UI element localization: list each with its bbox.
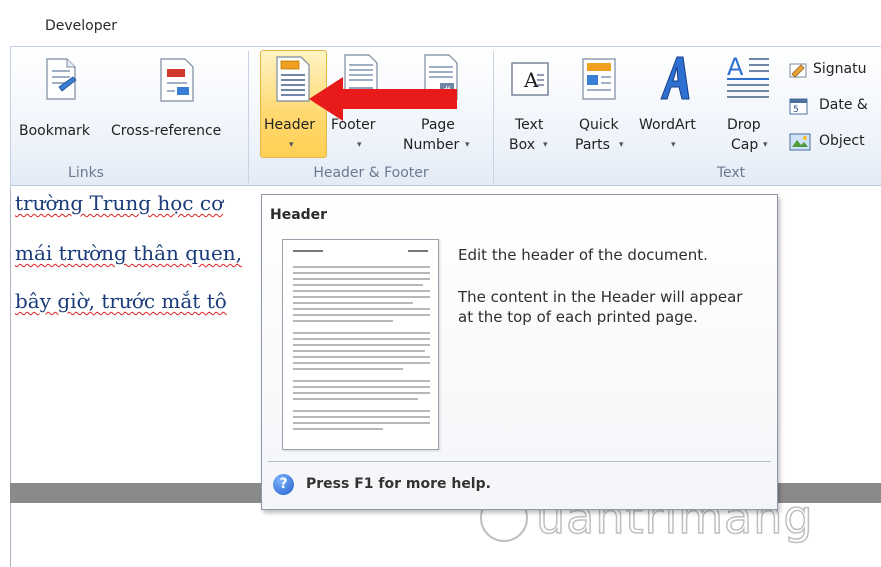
text-box-label-line1: Text — [515, 117, 544, 133]
document-text-line: mái trường thân quen, — [15, 241, 243, 265]
group-label-text: Text — [716, 165, 746, 181]
header-preview-thumbnail — [282, 239, 439, 450]
bookmark-label: Bookmark — [19, 123, 90, 139]
cross-reference-icon — [160, 58, 194, 102]
text-box-button[interactable]: A Text Box ▾ — [505, 53, 559, 158]
bookmark-button[interactable]: Bookmark — [15, 53, 111, 161]
svg-text:A: A — [523, 68, 539, 92]
quick-parts-icon — [582, 58, 616, 100]
wordart-dropdown-arrow: ▾ — [671, 140, 676, 150]
page-number-dropdown-arrow: ▾ — [465, 140, 470, 150]
tooltip-description: Edit the header of the document. — [458, 246, 708, 264]
tooltip-help-text: Press F1 for more help. — [306, 476, 491, 492]
bookmark-icon — [46, 58, 77, 100]
text-box-dropdown-arrow: ▾ — [543, 140, 548, 150]
object-icon — [789, 133, 811, 151]
svg-text:A: A — [727, 53, 744, 81]
drop-cap-dropdown-arrow: ▾ — [763, 140, 768, 150]
header-dropdown-arrow: ▾ — [289, 140, 294, 150]
group-label-header-footer: Header & Footer — [313, 165, 429, 181]
cross-reference-label: Cross-reference — [111, 123, 222, 139]
header-tooltip: Header Edit the header of the document. … — [261, 194, 778, 510]
quick-parts-button[interactable]: Quick Parts ▾ — [567, 53, 631, 158]
ribbon: Bookmark Cross-reference Links Header ▾ — [10, 46, 881, 186]
signature-label: Signatu — [813, 61, 867, 77]
object-button[interactable]: Object — [789, 131, 881, 153]
page-number-label-line2: Number — [403, 137, 460, 153]
ribbon-tab-bar: Developer — [0, 0, 881, 46]
drop-cap-button[interactable]: A Drop Cap ▾ — [717, 53, 777, 158]
svg-text:5: 5 — [793, 105, 799, 115]
calendar-icon: 5 — [789, 98, 808, 115]
tooltip-title: Header — [270, 207, 328, 223]
date-time-label: Date & — [819, 97, 868, 113]
signature-line-button[interactable]: Signatu — [789, 59, 881, 81]
drop-cap-icon: A — [727, 53, 769, 98]
text-box-label-line2: Box — [509, 137, 536, 153]
wordart-icon — [660, 56, 690, 100]
tab-developer[interactable]: Developer — [45, 18, 117, 34]
group-separator — [248, 51, 249, 183]
date-time-button[interactable]: 5 Date & — [789, 95, 881, 117]
tooltip-description-detail: The content in the Header will appear at… — [458, 288, 743, 326]
wordart-button[interactable]: WordArt ▾ — [635, 53, 713, 158]
tooltip-divider — [268, 461, 771, 462]
help-icon: ? — [273, 474, 294, 495]
quick-parts-label-line1: Quick — [579, 117, 619, 133]
document-text-line: bây giờ, trước mắt tô — [15, 289, 227, 313]
drop-cap-label-line2: Cap — [731, 137, 759, 153]
red-arrow-annotation — [309, 77, 457, 121]
header-label: Header — [264, 117, 315, 133]
group-separator — [493, 51, 494, 183]
quick-parts-dropdown-arrow: ▾ — [619, 140, 624, 150]
quick-parts-label-line2: Parts — [575, 137, 610, 153]
wordart-label: WordArt — [639, 117, 696, 133]
text-box-icon: A — [511, 62, 549, 96]
footer-dropdown-arrow: ▾ — [357, 140, 362, 150]
cross-reference-button[interactable]: Cross-reference — [111, 53, 241, 161]
signature-icon — [789, 63, 807, 78]
header-icon — [276, 56, 310, 102]
document-text-line: trường Trung học cơ — [15, 191, 224, 215]
group-label-links: Links — [68, 165, 104, 181]
object-label: Object — [819, 133, 865, 149]
drop-cap-label-line1: Drop — [727, 117, 761, 133]
